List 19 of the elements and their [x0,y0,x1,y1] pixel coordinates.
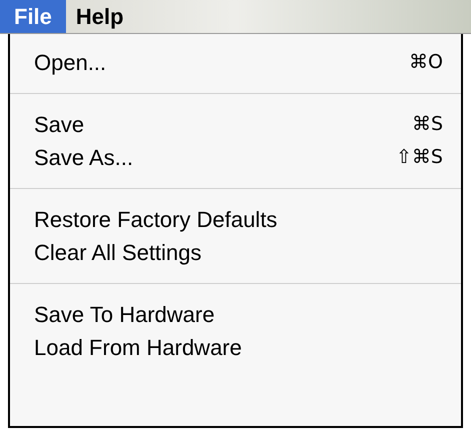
menu-item-label: Open... [34,49,106,77]
menu-item[interactable]: Load From Hardware [10,331,461,364]
menu-item-label: Save As... [34,144,134,172]
shortcut-label: ⌘S [412,112,443,138]
menu-item[interactable]: Open... ⌘O [10,46,461,79]
menu-item[interactable]: Save To Hardware [10,298,461,331]
shortcut-label: ⇧⌘S [396,145,443,170]
menu-item-label: Restore Factory Defaults [34,206,278,234]
menu-item[interactable]: Save As... ⇧⌘S [10,141,461,174]
menu-item-label: Load From Hardware [34,334,242,362]
shortcut-label: ⌘O [409,50,443,76]
menu-item-label: Save To Hardware [34,301,215,329]
menu-bar-item[interactable]: Help [66,0,134,33]
menu-item-label: Save [34,111,84,139]
menu-item-label: Clear All Settings [34,239,202,267]
menu-bar-item[interactable]: File [0,0,66,33]
menu-item[interactable]: Save ⌘S [10,108,461,141]
menu-item[interactable]: Clear All Settings [10,236,461,269]
menu-item[interactable]: Restore Factory Defaults [10,203,461,236]
